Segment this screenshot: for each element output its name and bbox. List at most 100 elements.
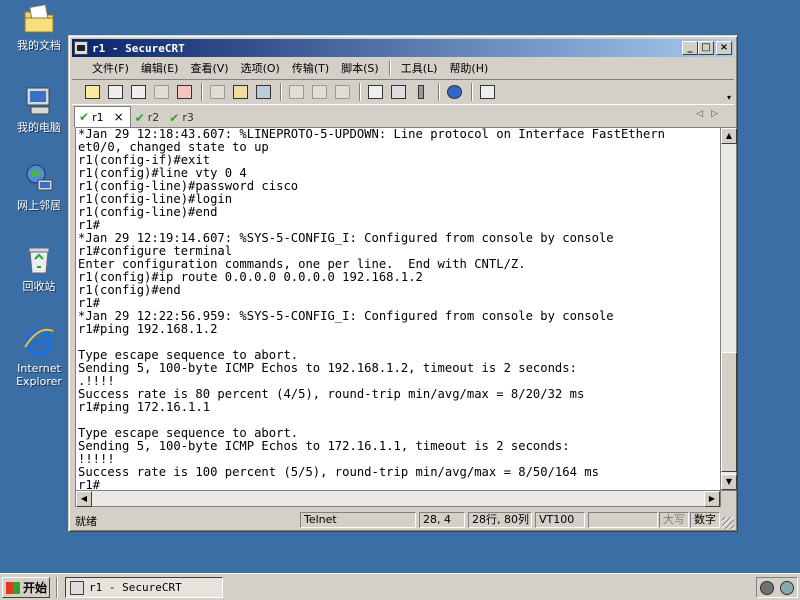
copy-icon: [209, 85, 225, 99]
session-options-icon: [367, 85, 383, 99]
connect-icon: [84, 85, 100, 99]
menu-edit[interactable]: 编辑(E): [135, 60, 185, 76]
resize-grip-icon[interactable]: [722, 517, 734, 529]
status-blank: [588, 512, 658, 528]
status-ready: 就绪: [75, 515, 97, 528]
terminal-line: r1#ping 172.16.1.1: [78, 400, 211, 414]
menu-tools[interactable]: 工具(L): [395, 60, 444, 76]
status-bar: 就绪 Telnet 28, 4 28行, 80列 VT100 大写 数字: [72, 511, 734, 529]
close-button[interactable]: ×: [716, 41, 732, 55]
menu-view[interactable]: 查看(V): [184, 60, 234, 76]
menu-bar: 文件(F) 编辑(E) 查看(V) 选项(O) 传输(T) 脚本(S) 工具(L…: [72, 58, 734, 78]
desktop-icon-label: 我的文档: [17, 39, 61, 52]
menu-options[interactable]: 选项(O): [235, 60, 286, 76]
menu-transfer[interactable]: 传输(T): [286, 60, 335, 76]
scroll-up-arrow-icon[interactable]: ▲: [721, 128, 737, 144]
connected-check-icon: ✔: [79, 110, 90, 124]
reconnect-icon: [153, 85, 169, 99]
minimize-button[interactable]: _: [682, 41, 698, 55]
reconnect-button[interactable]: [151, 82, 171, 102]
help-button[interactable]: [444, 82, 464, 102]
copy-button[interactable]: [207, 82, 227, 102]
paste-button[interactable]: [230, 82, 250, 102]
start-button[interactable]: 开始: [2, 577, 50, 598]
help-icon: [446, 85, 462, 99]
print-selection-button[interactable]: [309, 82, 329, 102]
internet-explorer-icon: [24, 328, 54, 357]
paste-icon: [232, 85, 248, 99]
terminal-line: Success rate is 100 percent (5/5), round…: [78, 465, 599, 479]
toolbar-overflow-icon[interactable]: ▾: [727, 93, 731, 102]
securecrt-app-icon: [70, 580, 84, 595]
horizontal-scrollbar[interactable]: ◀ ▶: [75, 491, 721, 507]
desktop-icon-label: 回收站: [22, 280, 56, 293]
tab-scroll-arrows-icon[interactable]: ◁▷: [696, 109, 726, 119]
desktop-icon-internet-explorer[interactable]: Internet Explorer: [8, 325, 70, 388]
taskbar-item-securecrt[interactable]: r1 - SecureCRT: [65, 577, 223, 598]
scroll-down-arrow-icon[interactable]: ▼: [721, 474, 737, 490]
printer-icon: [334, 85, 350, 99]
toolbar-separator: [471, 83, 473, 101]
toolbar-separator: [201, 83, 203, 101]
terminal-line: Sending 5, 100-byte ICMP Echos to 192.16…: [78, 361, 577, 375]
window-titlebar[interactable]: r1 - SecureCRT _ □ ×: [72, 39, 734, 57]
print-setup-button[interactable]: [286, 82, 306, 102]
window-title: r1 - SecureCRT: [92, 41, 185, 55]
tab-r1[interactable]: ✔ r1 ×: [74, 106, 131, 127]
status-protocol: Telnet: [300, 512, 416, 528]
print-setup-icon: [288, 85, 304, 99]
tab-r3[interactable]: ✔ r3: [165, 108, 200, 127]
disconnect-button[interactable]: [174, 82, 194, 102]
toolbar-separator: [280, 83, 282, 101]
securecrt-app-icon[interactable]: [74, 41, 88, 55]
tray-network-icon[interactable]: [780, 580, 794, 595]
network-places-icon: [26, 164, 53, 191]
find-binoculars-icon: [255, 85, 271, 99]
menu-script[interactable]: 脚本(S): [335, 60, 385, 76]
tab-label: r3: [182, 111, 194, 124]
desktop-icon-my-documents[interactable]: 我的文档: [8, 2, 70, 52]
about-button[interactable]: [477, 82, 497, 102]
connected-check-icon: ✔: [134, 110, 145, 125]
status-terminal-size: 28行, 80列: [468, 512, 532, 528]
vertical-scrollbar[interactable]: ▲ ▼: [721, 127, 737, 491]
scrollbar-thumb[interactable]: [721, 352, 737, 472]
desktop-icon-my-computer[interactable]: 我的电脑: [8, 84, 70, 134]
maximize-button[interactable]: □: [698, 41, 714, 55]
session-tabs: ✔ r1 × ✔ r2 ✔ r3 ◁▷: [72, 106, 734, 127]
scroll-right-arrow-icon[interactable]: ▶: [704, 491, 720, 507]
start-label: 开始: [23, 581, 48, 595]
keymap-button[interactable]: [411, 82, 431, 102]
connect-button[interactable]: [82, 82, 102, 102]
status-num-lock: 数字: [690, 512, 720, 528]
desktop-icon-label: Internet Explorer: [16, 362, 62, 388]
key-icon: [418, 85, 424, 99]
status-caps-lock: 大写: [659, 512, 689, 528]
session-options-button[interactable]: [365, 82, 385, 102]
about-icon: [479, 85, 495, 99]
print-button[interactable]: [332, 82, 352, 102]
tab-close-icon[interactable]: ×: [114, 110, 124, 124]
menu-separator: [388, 61, 391, 75]
tray-speaker-icon[interactable]: [760, 580, 774, 595]
taskbar-item-label: r1 - SecureCRT: [89, 581, 182, 594]
terminal-line: r1(config-line)#end: [78, 205, 218, 219]
connect-tab-button[interactable]: [128, 82, 148, 102]
securecrt-window: r1 - SecureCRT _ □ × 文件(F) 编辑(E) 查看(V) 选…: [68, 35, 738, 532]
quick-connect-button[interactable]: [105, 82, 125, 102]
terminal-output[interactable]: *Jan 29 12:18:43.607: %LINEPROTO-5-UPDOW…: [75, 127, 721, 491]
my-computer-icon: [26, 87, 50, 115]
tab-r2[interactable]: ✔ r2: [131, 108, 166, 127]
status-cursor-position: 28, 4: [419, 512, 465, 528]
toolbar-separator: [359, 83, 361, 101]
global-options-button[interactable]: [388, 82, 408, 102]
terminal-line: r1#: [78, 478, 101, 491]
desktop-icon-recycle-bin[interactable]: 回收站: [8, 243, 70, 293]
tab-label: r1: [92, 110, 104, 124]
scroll-left-arrow-icon[interactable]: ◀: [76, 491, 92, 507]
menu-file[interactable]: 文件(F): [86, 60, 135, 76]
find-button[interactable]: [253, 82, 273, 102]
desktop-icon-network-places[interactable]: 网上邻居: [8, 162, 70, 212]
menu-help[interactable]: 帮助(H): [443, 60, 494, 76]
print-selection-icon: [311, 85, 327, 99]
